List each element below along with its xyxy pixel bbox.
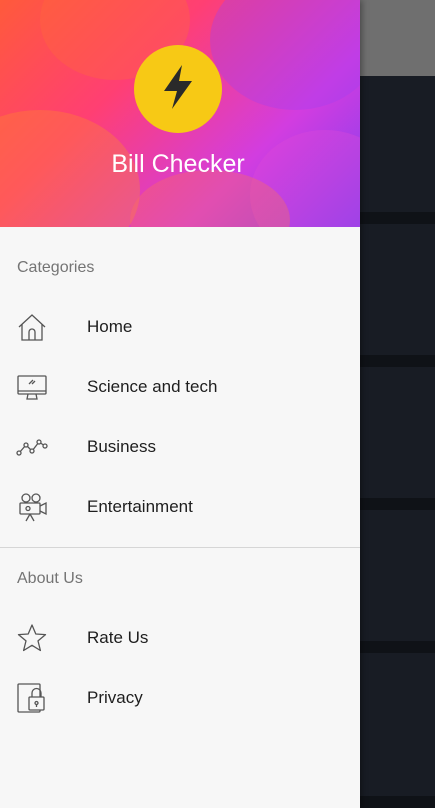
nav-item-label: Rate Us xyxy=(87,628,149,647)
nav-item-label: Science and tech xyxy=(87,377,218,396)
nav-item-privacy[interactable]: Privacy xyxy=(0,668,360,728)
news-card[interactable] xyxy=(360,367,435,498)
news-card[interactable] xyxy=(360,76,435,212)
categories-list: Home Science and tech Business Entertain… xyxy=(0,297,360,537)
nav-item-entertainment[interactable]: Entertainment xyxy=(0,477,360,537)
app-title: Bill Checker xyxy=(111,150,245,178)
news-card[interactable] xyxy=(360,653,435,796)
card-separator xyxy=(360,641,435,653)
monitor-icon xyxy=(16,371,48,403)
card-separator xyxy=(360,796,435,808)
app-logo xyxy=(134,45,222,133)
card-separator xyxy=(360,212,435,224)
drawer-header: Bill Checker xyxy=(0,0,360,227)
nav-item-home[interactable]: Home xyxy=(0,297,360,357)
nav-item-rate-us[interactable]: Rate Us xyxy=(0,608,360,668)
about-list: Rate Us Privacy xyxy=(0,608,360,728)
movie-camera-icon xyxy=(16,491,48,523)
nav-item-science-and-tech[interactable]: Science and tech xyxy=(0,357,360,417)
card-separator xyxy=(360,498,435,510)
news-card[interactable] xyxy=(360,224,435,355)
section-title-categories: Categories xyxy=(17,259,95,276)
news-card[interactable] xyxy=(360,510,435,641)
lock-document-icon xyxy=(16,682,48,714)
section-divider xyxy=(0,547,360,548)
nav-item-label: Privacy xyxy=(87,688,143,707)
lightning-bolt-icon xyxy=(158,63,198,116)
nav-item-label: Business xyxy=(87,437,156,456)
home-icon xyxy=(16,311,48,343)
star-icon xyxy=(16,622,48,654)
app-screen: Bill Checker Categories Home Science and… xyxy=(0,0,435,808)
card-separator xyxy=(360,355,435,367)
nav-item-label: Entertainment xyxy=(87,497,193,516)
nav-item-business[interactable]: Business xyxy=(0,417,360,477)
nav-item-label: Home xyxy=(87,317,133,336)
section-title-about-us: About Us xyxy=(17,570,83,587)
navigation-drawer: Bill Checker Categories Home Science and… xyxy=(0,0,360,808)
line-chart-icon xyxy=(16,431,48,463)
header-decoration xyxy=(210,0,360,110)
